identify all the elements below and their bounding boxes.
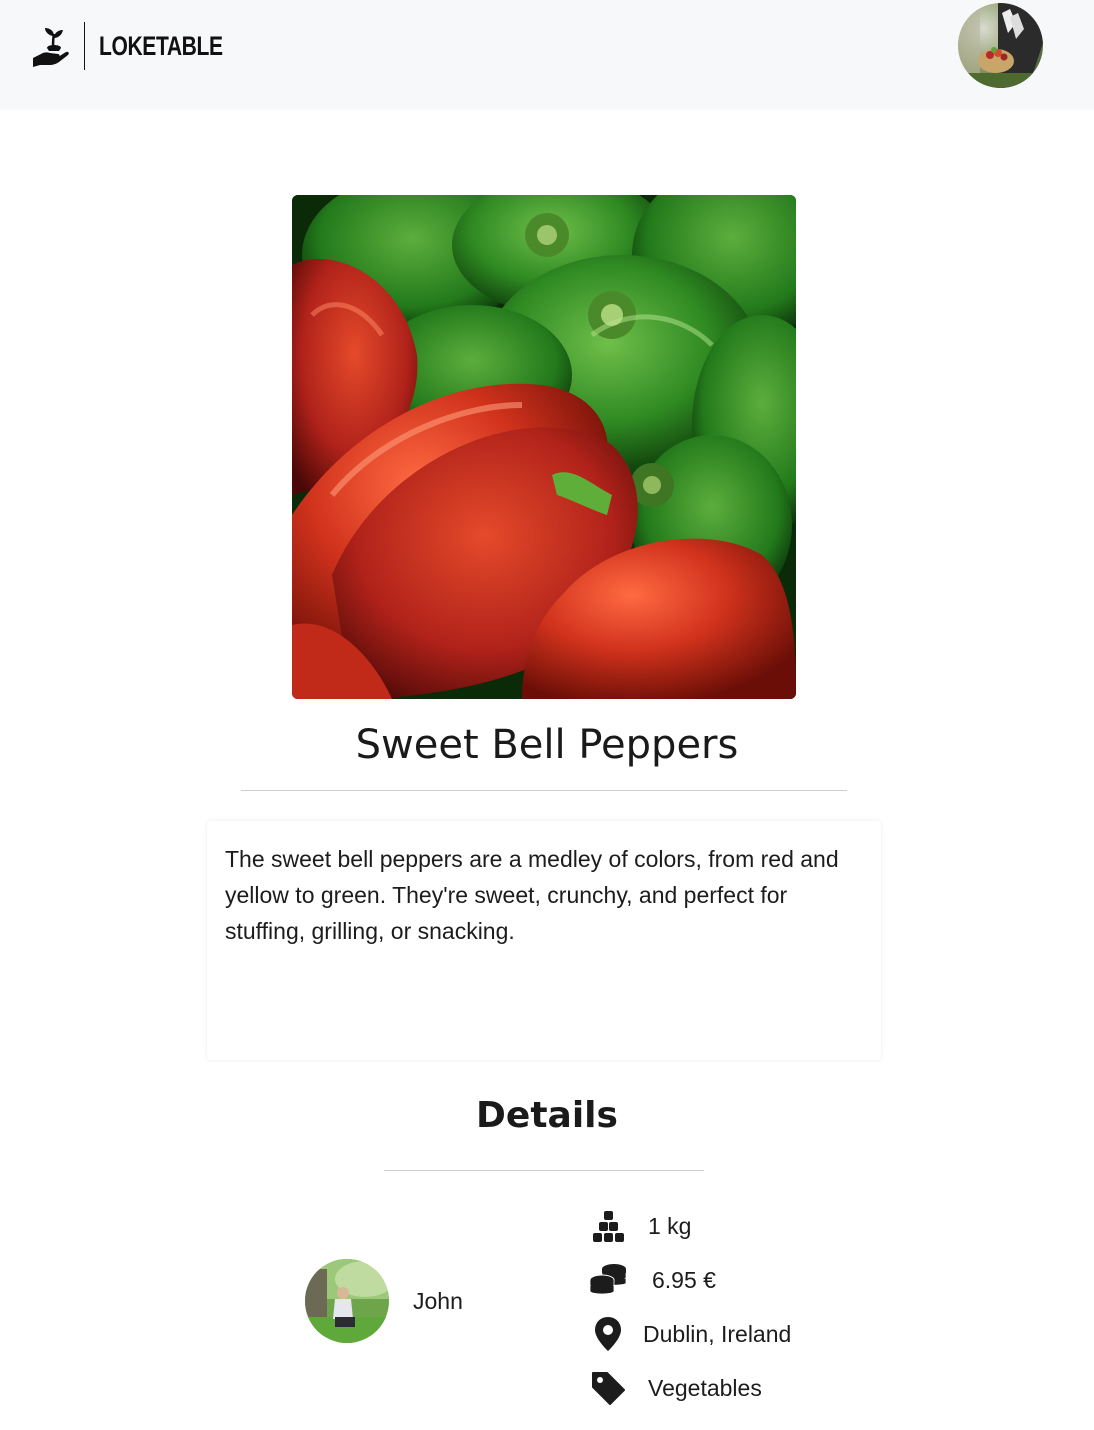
user-avatar[interactable] bbox=[958, 3, 1043, 88]
hand-sprout-icon bbox=[30, 22, 72, 70]
product-description: The sweet bell peppers are a medley of c… bbox=[225, 846, 839, 944]
location-value: Dublin, Ireland bbox=[643, 1320, 792, 1347]
brand-logo-link[interactable]: LOKETABLE bbox=[30, 22, 258, 70]
seller-name[interactable]: John bbox=[413, 1288, 463, 1315]
brand-divider bbox=[84, 22, 85, 70]
seller-avatar[interactable] bbox=[305, 1259, 389, 1343]
top-navbar: LOKETABLE bbox=[0, 0, 1094, 110]
price-value: 6.95 € bbox=[652, 1266, 716, 1293]
category-row: Vegetables bbox=[588, 1368, 762, 1408]
seller-link[interactable]: John bbox=[305, 1259, 463, 1343]
quantity-row: 1 kg bbox=[588, 1206, 691, 1246]
location-row: Dublin, Ireland bbox=[588, 1314, 791, 1354]
title-divider bbox=[241, 790, 847, 791]
cubes-icon bbox=[588, 1206, 628, 1246]
tag-icon bbox=[588, 1368, 628, 1408]
brand-name: LOKETABLE bbox=[99, 30, 223, 61]
details-divider bbox=[384, 1170, 704, 1171]
coins-icon bbox=[588, 1260, 628, 1300]
category-value: Vegetables bbox=[648, 1374, 762, 1401]
peppers-photo bbox=[292, 195, 796, 699]
map-pin-icon bbox=[588, 1314, 628, 1354]
price-row: 6.95 € bbox=[588, 1260, 716, 1300]
details-heading: Details bbox=[476, 1095, 618, 1136]
description-card: The sweet bell peppers are a medley of c… bbox=[207, 821, 881, 1060]
product-title: Sweet Bell Peppers bbox=[355, 722, 739, 768]
quantity-value: 1 kg bbox=[648, 1212, 692, 1239]
